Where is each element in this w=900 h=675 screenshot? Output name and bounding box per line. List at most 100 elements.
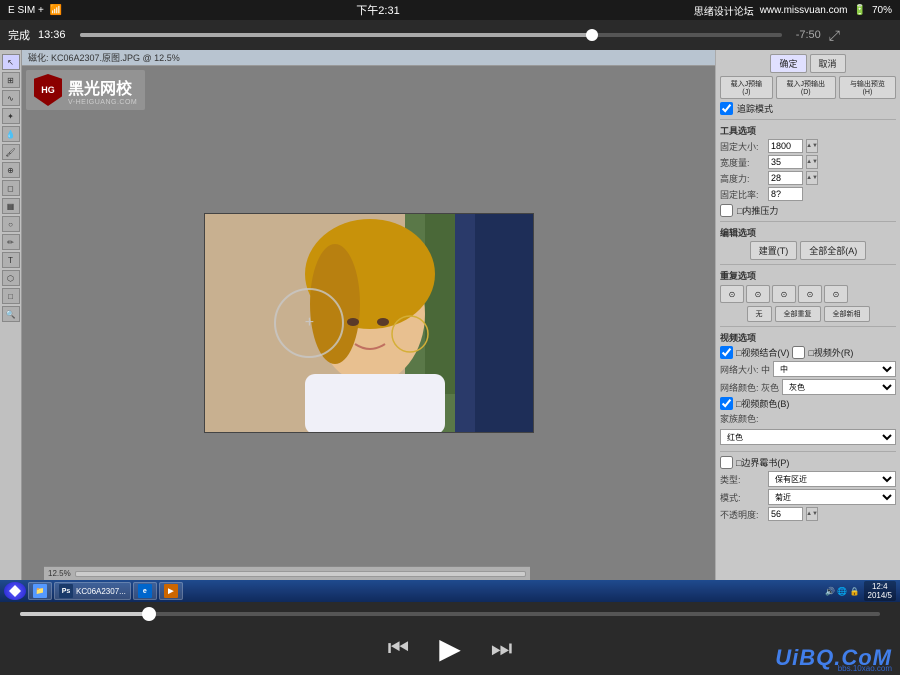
taskbar-ps[interactable]: Ps KC06A2307... bbox=[54, 582, 131, 600]
taskbar-clock: 12:4 2014/5 bbox=[864, 581, 896, 601]
all-new-btn[interactable]: 全部新相 bbox=[824, 306, 870, 322]
video-fix-check[interactable] bbox=[720, 397, 733, 410]
repeat-btn-5[interactable]: ⊙ bbox=[824, 285, 848, 303]
tool-zoom[interactable]: 🔍 bbox=[2, 306, 20, 322]
taskbar-ie[interactable]: e bbox=[133, 582, 157, 600]
forum-text: 思绪设计论坛 bbox=[694, 3, 754, 18]
done-button[interactable]: 完成 bbox=[8, 27, 30, 43]
tool-eraser[interactable]: ◻ bbox=[2, 180, 20, 196]
width-row: 宽度量: ▲▼ bbox=[720, 155, 896, 169]
top-btn-row: 确定 取消 bbox=[720, 54, 896, 73]
none-btn[interactable]: 无 bbox=[747, 306, 772, 322]
repeat-section-title: 重复选项 bbox=[720, 269, 896, 282]
build-btn[interactable]: 建置(T) bbox=[750, 241, 798, 260]
net-size-row: 网络大小: 中 中小大 bbox=[720, 361, 896, 377]
type-select[interactable]: 保有区近 bbox=[768, 471, 896, 487]
divider-3 bbox=[720, 264, 896, 265]
all-full-btn[interactable]: 全部全部(A) bbox=[800, 241, 866, 260]
inner-pressure-label: □内推压力 bbox=[737, 204, 778, 217]
tool-shape[interactable]: □ bbox=[2, 288, 20, 304]
tool-path[interactable]: ⬡ bbox=[2, 270, 20, 286]
progress-thumb[interactable] bbox=[586, 29, 598, 41]
taskbar-explorer[interactable]: 📁 bbox=[28, 582, 52, 600]
net-color-select[interactable]: 灰色黑色白色 bbox=[782, 379, 896, 395]
divider-2 bbox=[720, 221, 896, 222]
all-repeat-btn[interactable]: 全部重复 bbox=[775, 306, 821, 322]
canvas-area: 磁化: KC06A2307.原图.JPG @ 12.5% HG 黑光网校 V-H… bbox=[22, 50, 715, 580]
mode-select[interactable]: 菊近 bbox=[768, 489, 896, 505]
clock-time: 12:4 bbox=[868, 582, 892, 591]
opacity-label: 不透明度: bbox=[720, 508, 765, 521]
type-label: 类型: bbox=[720, 473, 765, 486]
tool-crop[interactable]: ⊞ bbox=[2, 72, 20, 88]
horizontal-scrollbar[interactable] bbox=[75, 571, 526, 577]
canvas-content[interactable]: HG 黑光网校 V-HEIGUANG.COM bbox=[22, 66, 715, 580]
fixed-size-spinner[interactable]: ▲▼ bbox=[806, 139, 818, 153]
preview-mode-row: 追踪模式 bbox=[720, 102, 896, 115]
ratio-row: 固定比率: bbox=[720, 187, 896, 201]
repeat-btn-4[interactable]: ⊙ bbox=[798, 285, 822, 303]
opacity-spinner[interactable]: ▲▼ bbox=[806, 507, 818, 521]
frame-row: □边界霉书(P) bbox=[720, 456, 896, 469]
prev-button[interactable]: ⏮ bbox=[388, 635, 410, 663]
preview-out-tab[interactable]: 载入J预输出(D) bbox=[776, 76, 836, 99]
tool-type[interactable]: T bbox=[2, 252, 20, 268]
repeat-btn-1[interactable]: ⊙ bbox=[720, 285, 744, 303]
tool-wand[interactable]: ✦ bbox=[2, 108, 20, 124]
repeat-btn-3[interactable]: ⊙ bbox=[772, 285, 796, 303]
next-button[interactable]: ⏭ bbox=[491, 635, 513, 663]
width-spinner[interactable]: ▲▼ bbox=[806, 155, 818, 169]
tool-brush[interactable]: 🖌 bbox=[2, 144, 20, 160]
zoom-level: 12.5% bbox=[48, 569, 71, 578]
repeat-btn-2[interactable]: ⊙ bbox=[746, 285, 770, 303]
inner-pressure-check[interactable] bbox=[720, 204, 733, 217]
family-color-select[interactable]: 红色蓝色绿色 bbox=[720, 429, 896, 445]
height-input[interactable] bbox=[768, 171, 803, 185]
logo-shield: HG bbox=[34, 74, 62, 106]
confirm-button[interactable]: 确定 bbox=[770, 54, 806, 73]
opacity-input[interactable] bbox=[768, 507, 803, 521]
fixed-size-input[interactable] bbox=[768, 139, 803, 153]
photo-svg bbox=[205, 214, 534, 433]
width-input[interactable] bbox=[768, 155, 803, 169]
divider-4 bbox=[720, 326, 896, 327]
preview-mode-check[interactable] bbox=[720, 102, 733, 115]
battery-icon: 🔋 bbox=[854, 5, 866, 16]
canvas-title: 磁化: KC06A2307.原图.JPG @ 12.5% bbox=[28, 51, 180, 64]
preview-in-tab[interactable]: 载入J预输(J) bbox=[720, 76, 773, 99]
taskbar-media[interactable]: ▶ bbox=[159, 582, 183, 600]
bottom-progress-area bbox=[20, 612, 880, 616]
taskbar: 📁 Ps KC06A2307... e ▶ 🔊 🌐 🔒 12:4 2014/5 bbox=[0, 580, 900, 602]
explorer-icon: 📁 bbox=[33, 584, 47, 598]
net-color-row: 网络颜色: 灰色 灰色黑色白色 bbox=[720, 379, 896, 395]
cancel-button[interactable]: 取消 bbox=[810, 54, 846, 73]
bottom-controls: ⏮ ▶ ⏭ UiBQ.CoM bbs.10xao.com bbox=[0, 602, 900, 675]
frame-check[interactable] bbox=[720, 456, 733, 469]
logo-hg-text: HG bbox=[41, 85, 55, 95]
video-progress-track[interactable] bbox=[80, 33, 782, 37]
tool-eyedrop[interactable]: 💧 bbox=[2, 126, 20, 142]
expand-button[interactable]: ⤢ bbox=[829, 27, 840, 44]
type-row: 类型: 保有区近 bbox=[720, 471, 896, 487]
start-button[interactable] bbox=[4, 582, 26, 600]
tool-select[interactable]: ↖ bbox=[2, 54, 20, 70]
video-in-check[interactable] bbox=[720, 346, 733, 359]
ratio-input[interactable] bbox=[768, 187, 803, 201]
tool-gradient[interactable]: ▦ bbox=[2, 198, 20, 214]
tool-dodge[interactable]: ○ bbox=[2, 216, 20, 232]
tool-stamp[interactable]: ⊕ bbox=[2, 162, 20, 178]
video-out-label: □视频外(R) bbox=[808, 346, 853, 359]
height-spinner[interactable]: ▲▼ bbox=[806, 171, 818, 185]
preview-3-tab[interactable]: 与输出预览(H) bbox=[839, 76, 896, 99]
net-size-select[interactable]: 中小大 bbox=[773, 361, 896, 377]
tool-lasso[interactable]: ∿ bbox=[2, 90, 20, 106]
bottom-progress-thumb[interactable] bbox=[142, 607, 156, 621]
main-area: ↖ ⊞ ∿ ✦ 💧 🖌 ⊕ ◻ ▦ ○ ✏ T ⬡ □ 🔍 磁化: KC06A2… bbox=[0, 50, 900, 580]
play-button[interactable]: ▶ bbox=[439, 632, 461, 665]
bottom-progress-fill bbox=[20, 612, 149, 616]
tool-pen[interactable]: ✏ bbox=[2, 234, 20, 250]
current-time: 13:36 bbox=[38, 29, 66, 41]
video-out-check[interactable] bbox=[792, 346, 805, 359]
bottom-progress-track[interactable] bbox=[20, 612, 880, 616]
video-fix-label: □视频颜色(B) bbox=[736, 397, 789, 410]
